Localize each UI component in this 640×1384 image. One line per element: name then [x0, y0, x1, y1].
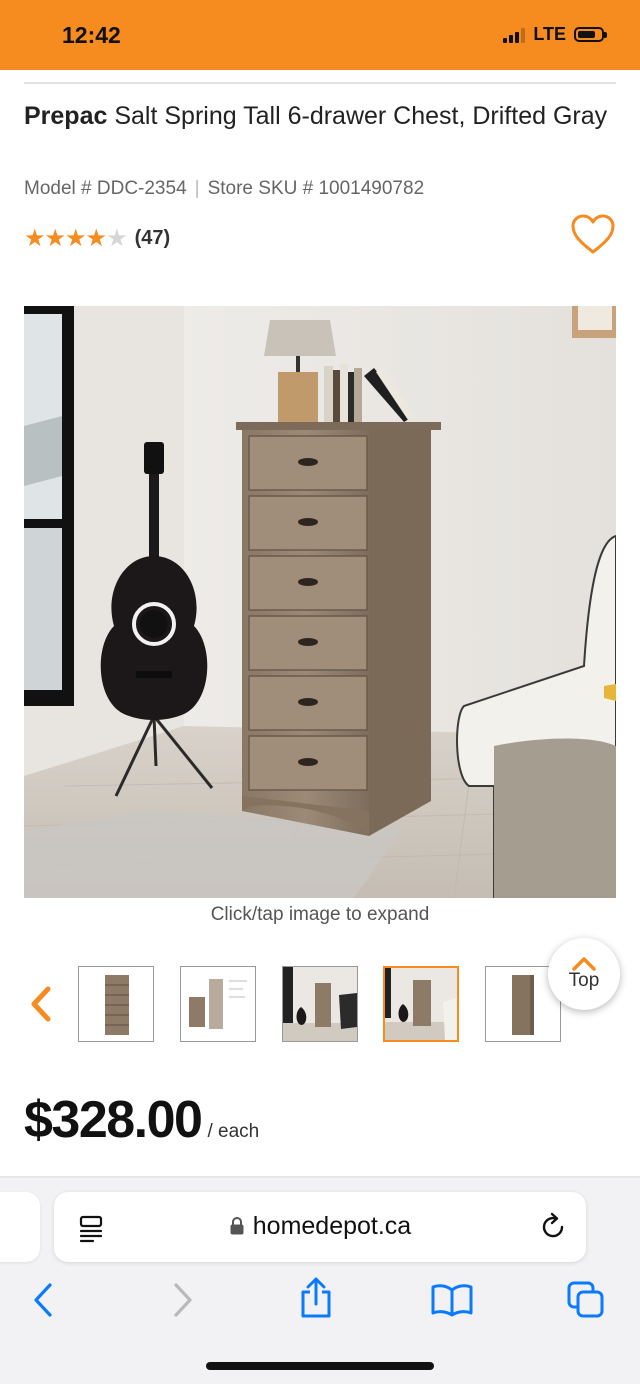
store-sku: Store SKU # 1001490782 — [207, 178, 425, 199]
star-icon: ★ — [85, 225, 107, 252]
room-thumbnail-image — [283, 967, 357, 1041]
top-divider — [24, 82, 616, 84]
dimensions-thumbnail-image — [189, 979, 247, 1029]
signal-icon — [503, 27, 526, 43]
back-to-top-button[interactable]: Top — [548, 938, 620, 1010]
tabs-icon[interactable] — [566, 1280, 606, 1320]
thumbnail-room-wide[interactable] — [282, 966, 358, 1042]
back-to-top-label: Top — [568, 970, 600, 991]
product-main-image[interactable] — [24, 306, 616, 898]
status-indicators: LTE — [503, 24, 607, 45]
product-brand[interactable]: Prepac — [24, 102, 107, 130]
previous-tab-peek[interactable] — [0, 1192, 40, 1262]
model-number: Model # DDC-2354 — [24, 178, 187, 199]
price-unit: / each — [207, 1121, 260, 1142]
product-name: Salt Spring Tall 6-drawer Chest, Drifted… — [114, 102, 608, 130]
back-icon[interactable] — [30, 1280, 56, 1320]
favorite-heart-icon[interactable] — [570, 212, 616, 258]
room-closeup-thumbnail-image — [385, 968, 457, 1040]
lock-icon — [230, 1216, 244, 1235]
review-count[interactable]: (47) — [135, 227, 171, 250]
thumbnail-room-close[interactable] — [383, 966, 459, 1042]
home-indicator[interactable] — [206, 1362, 434, 1370]
bedroom-scene-illustration — [24, 306, 616, 898]
thumbnail-dresser-front[interactable] — [78, 966, 154, 1042]
status-time: 12:42 — [62, 22, 121, 48]
bookmarks-icon[interactable] — [430, 1282, 474, 1318]
star-icon: ★ — [44, 225, 66, 252]
price-amount: $328.00 — [24, 1091, 203, 1149]
url-text: homedepot.ca — [252, 1212, 412, 1240]
battery-icon — [574, 27, 607, 42]
star-empty-icon: ★ — [106, 225, 127, 252]
dresser-thumbnail-image — [105, 975, 129, 1035]
product-title: Prepac Salt Spring Tall 6-drawer Chest, … — [24, 100, 616, 133]
star-icon: ★ — [24, 225, 45, 252]
address-bar[interactable]: homedepot.ca — [54, 1192, 586, 1262]
status-bar: 12:42 LTE — [0, 0, 640, 70]
image-caption: Click/tap image to expand — [210, 904, 430, 925]
thumbnail-dimensions[interactable] — [180, 966, 256, 1042]
price-block: $328.00 / each — [24, 1090, 259, 1150]
share-icon[interactable] — [298, 1276, 334, 1320]
product-identifiers: Model # DDC-2354 | Store SKU # 1001490782 — [24, 178, 424, 200]
dresser-illustration — [236, 422, 441, 836]
network-label: LTE — [533, 24, 566, 44]
reload-icon[interactable] — [538, 1212, 568, 1242]
chevron-left-icon[interactable] — [28, 985, 54, 1023]
star-icon: ★ — [65, 225, 86, 252]
identifier-separator: | — [194, 178, 200, 199]
url-display[interactable]: homedepot.ca — [54, 1212, 586, 1241]
forward-icon[interactable] — [170, 1280, 196, 1320]
rating-summary[interactable]: ★★★★★ (47) — [24, 224, 170, 253]
star-rating: ★★★★★ — [24, 224, 128, 253]
